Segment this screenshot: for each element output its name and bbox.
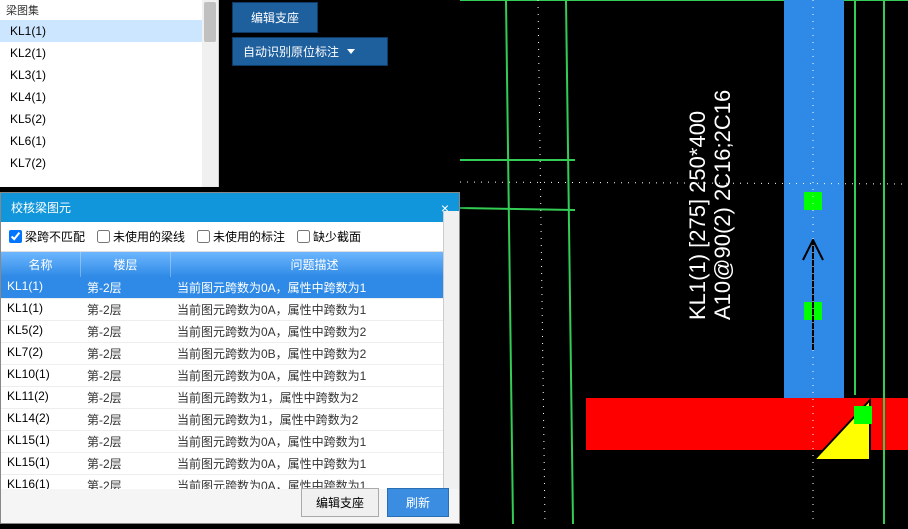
sidebar-item[interactable]: KL6(1)	[0, 130, 218, 152]
dialog-footer: 编辑支座 刷新	[301, 488, 449, 517]
table-row[interactable]: KL7(2)第-2层当前图元跨数为0B，属性中跨数为2	[1, 343, 459, 365]
table-row[interactable]: KL15(1)第-2层当前图元跨数为0A，属性中跨数为1	[1, 453, 459, 475]
table-row[interactable]: KL11(2)第-2层当前图元跨数为1，属性中跨数为2	[1, 387, 459, 409]
checkbox[interactable]	[9, 230, 22, 243]
col-name[interactable]: 名称	[1, 252, 81, 277]
verify-beam-dialog: 校核梁图元 × 梁跨不匹配 未使用的梁线 未使用的标注 缺少截面 名称 楼层 问…	[0, 192, 460, 524]
panel-header: 梁图集	[0, 0, 218, 20]
sidebar-scrollbar[interactable]	[202, 0, 218, 187]
col-desc[interactable]: 问题描述	[171, 252, 459, 277]
chevron-down-icon	[347, 49, 355, 54]
sidebar-item[interactable]: KL1(1)	[0, 20, 218, 42]
checkbox[interactable]	[97, 230, 110, 243]
sidebar-item[interactable]: KL3(1)	[0, 64, 218, 86]
dropdown-label: 自动识别原位标注	[243, 43, 339, 60]
beam-list-panel: 梁图集 KL1(1)KL2(1)KL3(1)KL4(1)KL5(2)KL6(1)…	[0, 0, 219, 187]
auto-label-dropdown[interactable]: 自动识别原位标注	[232, 37, 388, 66]
beam-annotation: KL1(1) [275] 250*400 A10@90(2) 2C16;2C16	[685, 90, 736, 320]
filter-bar: 梁跨不匹配 未使用的梁线 未使用的标注 缺少截面	[1, 222, 459, 252]
table-row[interactable]: KL1(1)第-2层当前图元跨数为0A，属性中跨数为1	[1, 277, 459, 299]
filter-unused-line[interactable]: 未使用的梁线	[97, 228, 185, 245]
results-grid: 名称 楼层 问题描述 KL1(1)第-2层当前图元跨数为0A，属性中跨数为1KL…	[1, 252, 459, 489]
toolbar: 编辑支座 自动识别原位标注	[230, 0, 390, 68]
dialog-titlebar[interactable]: 校核梁图元 ×	[1, 193, 459, 222]
refresh-button[interactable]: 刷新	[387, 488, 449, 517]
table-row[interactable]: KL1(1)第-2层当前图元跨数为0A，属性中跨数为1	[1, 299, 459, 321]
grid-scrollbar[interactable]	[443, 211, 459, 489]
sidebar-item[interactable]: KL5(2)	[0, 108, 218, 130]
checkbox[interactable]	[297, 230, 310, 243]
table-row[interactable]: KL15(1)第-2层当前图元跨数为0A，属性中跨数为1	[1, 431, 459, 453]
table-row[interactable]: KL14(2)第-2层当前图元跨数为1，属性中跨数为2	[1, 409, 459, 431]
sidebar-item[interactable]: KL2(1)	[0, 42, 218, 64]
checkbox[interactable]	[197, 230, 210, 243]
table-row[interactable]: KL10(1)第-2层当前图元跨数为0A，属性中跨数为1	[1, 365, 459, 387]
cad-viewport[interactable]: KL1(1) [275] 250*400 A10@90(2) 2C16;2C16	[460, 0, 908, 524]
table-row[interactable]: KL5(2)第-2层当前图元跨数为0A，属性中跨数为2	[1, 321, 459, 343]
grid-header: 名称 楼层 问题描述	[1, 252, 459, 277]
dialog-title: 校核梁图元	[11, 199, 71, 216]
col-floor[interactable]: 楼层	[81, 252, 171, 277]
edit-support-button[interactable]: 编辑支座	[301, 488, 379, 517]
sidebar-item[interactable]: KL4(1)	[0, 86, 218, 108]
annotation-line-2: A10@90(2) 2C16;2C16	[710, 90, 735, 320]
table-row[interactable]: KL16(1)第-2层当前图元跨数为0A，属性中跨数为1	[1, 475, 459, 489]
filter-unused-label[interactable]: 未使用的标注	[197, 228, 285, 245]
edit-support-button[interactable]: 编辑支座	[232, 2, 318, 33]
annotation-line-1: KL1(1) [275] 250*400	[685, 90, 710, 320]
filter-span-mismatch[interactable]: 梁跨不匹配	[9, 228, 85, 245]
filter-missing-section[interactable]: 缺少截面	[297, 228, 361, 245]
sidebar-item[interactable]: KL7(2)	[0, 152, 218, 174]
